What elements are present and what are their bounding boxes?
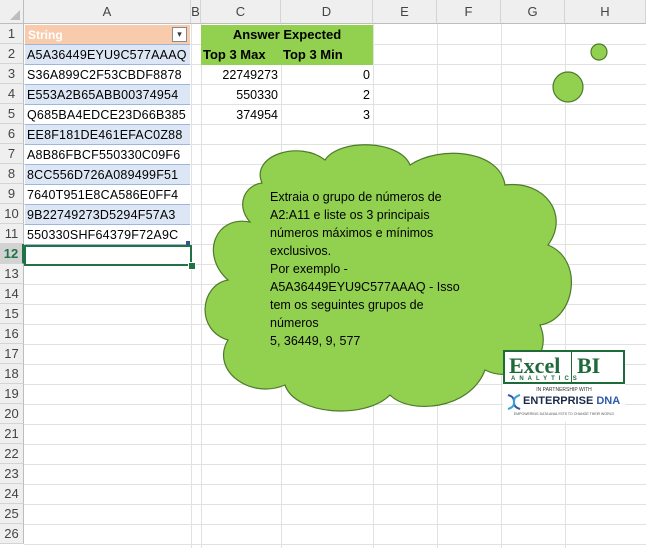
callout-line: tem os seguintes grupos de: [270, 298, 424, 312]
logo-frame: Excel BI ANALYTICS: [503, 350, 625, 384]
callout-line: exclusivos.: [270, 244, 332, 258]
callout-line: números máximos e mínimos: [270, 226, 434, 240]
active-cell-a12[interactable]: [24, 245, 192, 266]
fill-handle[interactable]: [188, 262, 196, 270]
logo-partner-suffix: DNA: [596, 395, 621, 407]
callout-line: A5A36449EYU9C577AAAQ - Isso: [270, 280, 460, 294]
logo-tagline: EMPOWERING DATA ANALYSTS TO CHANGE THEIR…: [513, 412, 615, 416]
callout-line: números: [270, 316, 319, 330]
callout-line: Extraia o grupo de números de: [270, 190, 442, 204]
callout-line: Por exemplo -: [270, 262, 348, 276]
dna-icon: [505, 393, 523, 411]
logo-brand-sub: ANALYTICS: [511, 376, 581, 382]
callout-line: A2:A11 e liste os 3 principais: [270, 208, 430, 222]
callout-text: Extraia o grupo de números de A2:A11 e l…: [270, 188, 500, 350]
logo-partner: ENTERPRISE: [523, 395, 594, 407]
excelbi-logo[interactable]: Excel BI ANALYTICS IN PARTNERSHIP WITH E…: [503, 350, 625, 422]
callout-line: 5, 36449, 9, 577: [270, 334, 361, 348]
spreadsheet[interactable]: A B C D E F G H 1 2 3 4 5 6 7 8 9 10 11 12 13 14 15 16 1…: [0, 0, 646, 548]
